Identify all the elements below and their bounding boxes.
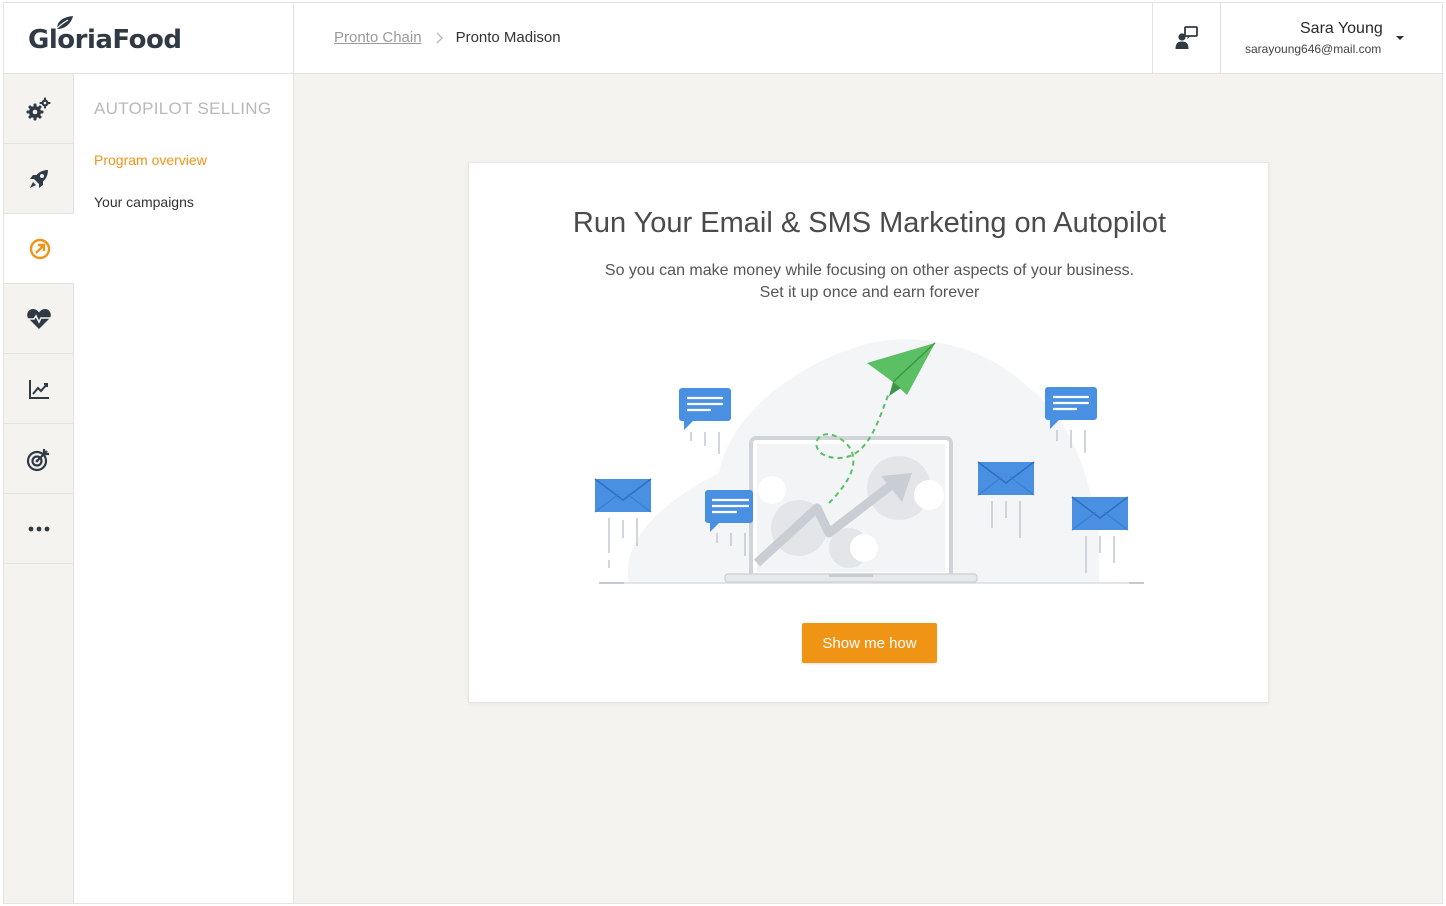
chevron-right-icon [436, 32, 443, 43]
card-title: Run Your Email & SMS Marketing on Autopi… [572, 207, 1167, 239]
breadcrumb-parent-link[interactable]: Pronto Chain [334, 29, 422, 46]
rail-item-autopilot[interactable] [4, 214, 75, 284]
more-icon [28, 526, 50, 531]
support-button[interactable] [1152, 3, 1221, 73]
logo-area[interactable]: GloriaFood [4, 3, 294, 73]
user-menu[interactable]: Sara Young sarayoung646@mail.com [1221, 3, 1442, 73]
icon-rail [4, 74, 75, 903]
user-name: Sara Young [1300, 20, 1383, 37]
section-nav: AUTOPILOT SELLING Program overview Your … [74, 74, 294, 903]
breadcrumb-current: Pronto Madison [455, 29, 561, 46]
rail-item-marketing[interactable] [4, 424, 74, 494]
card-subtitle-line1: So you can make money while focusing on … [604, 262, 1135, 279]
support-chat-icon [1175, 26, 1198, 49]
rail-item-more[interactable] [4, 494, 74, 564]
rocket-icon [30, 169, 48, 188]
caret-down-icon [1396, 36, 1404, 40]
breadcrumb: Pronto Chain Pronto Madison [334, 29, 561, 46]
autopilot-icon [29, 238, 50, 259]
rail-item-publishing[interactable] [4, 144, 74, 214]
app-frame: GloriaFood Pronto Chain Pronto Madison S… [3, 2, 1443, 904]
rail-item-reports[interactable] [4, 354, 74, 424]
card-subtitle-line2: Set it up once and earn forever [759, 284, 980, 301]
nav-your-campaigns[interactable]: Your campaigns [94, 194, 194, 210]
user-email: sarayoung646@mail.com [1245, 42, 1382, 56]
target-icon [26, 448, 49, 471]
section-title: AUTOPILOT SELLING [94, 99, 272, 118]
show-me-how-button[interactable]: Show me how [802, 623, 937, 663]
rail-item-setup[interactable] [4, 74, 74, 144]
gears-icon [26, 97, 51, 120]
autopilot-illustration [594, 339, 1144, 584]
top-header: GloriaFood Pronto Chain Pronto Madison S… [4, 3, 1442, 74]
autopilot-intro-card: Run Your Email & SMS Marketing on Autopi… [468, 162, 1269, 703]
nav-program-overview[interactable]: Program overview [94, 152, 207, 168]
heart-pulse-icon [27, 308, 51, 329]
rail-item-health[interactable] [4, 284, 74, 354]
brand-logo: GloriaFood [28, 25, 182, 55]
line-chart-icon [29, 379, 49, 399]
